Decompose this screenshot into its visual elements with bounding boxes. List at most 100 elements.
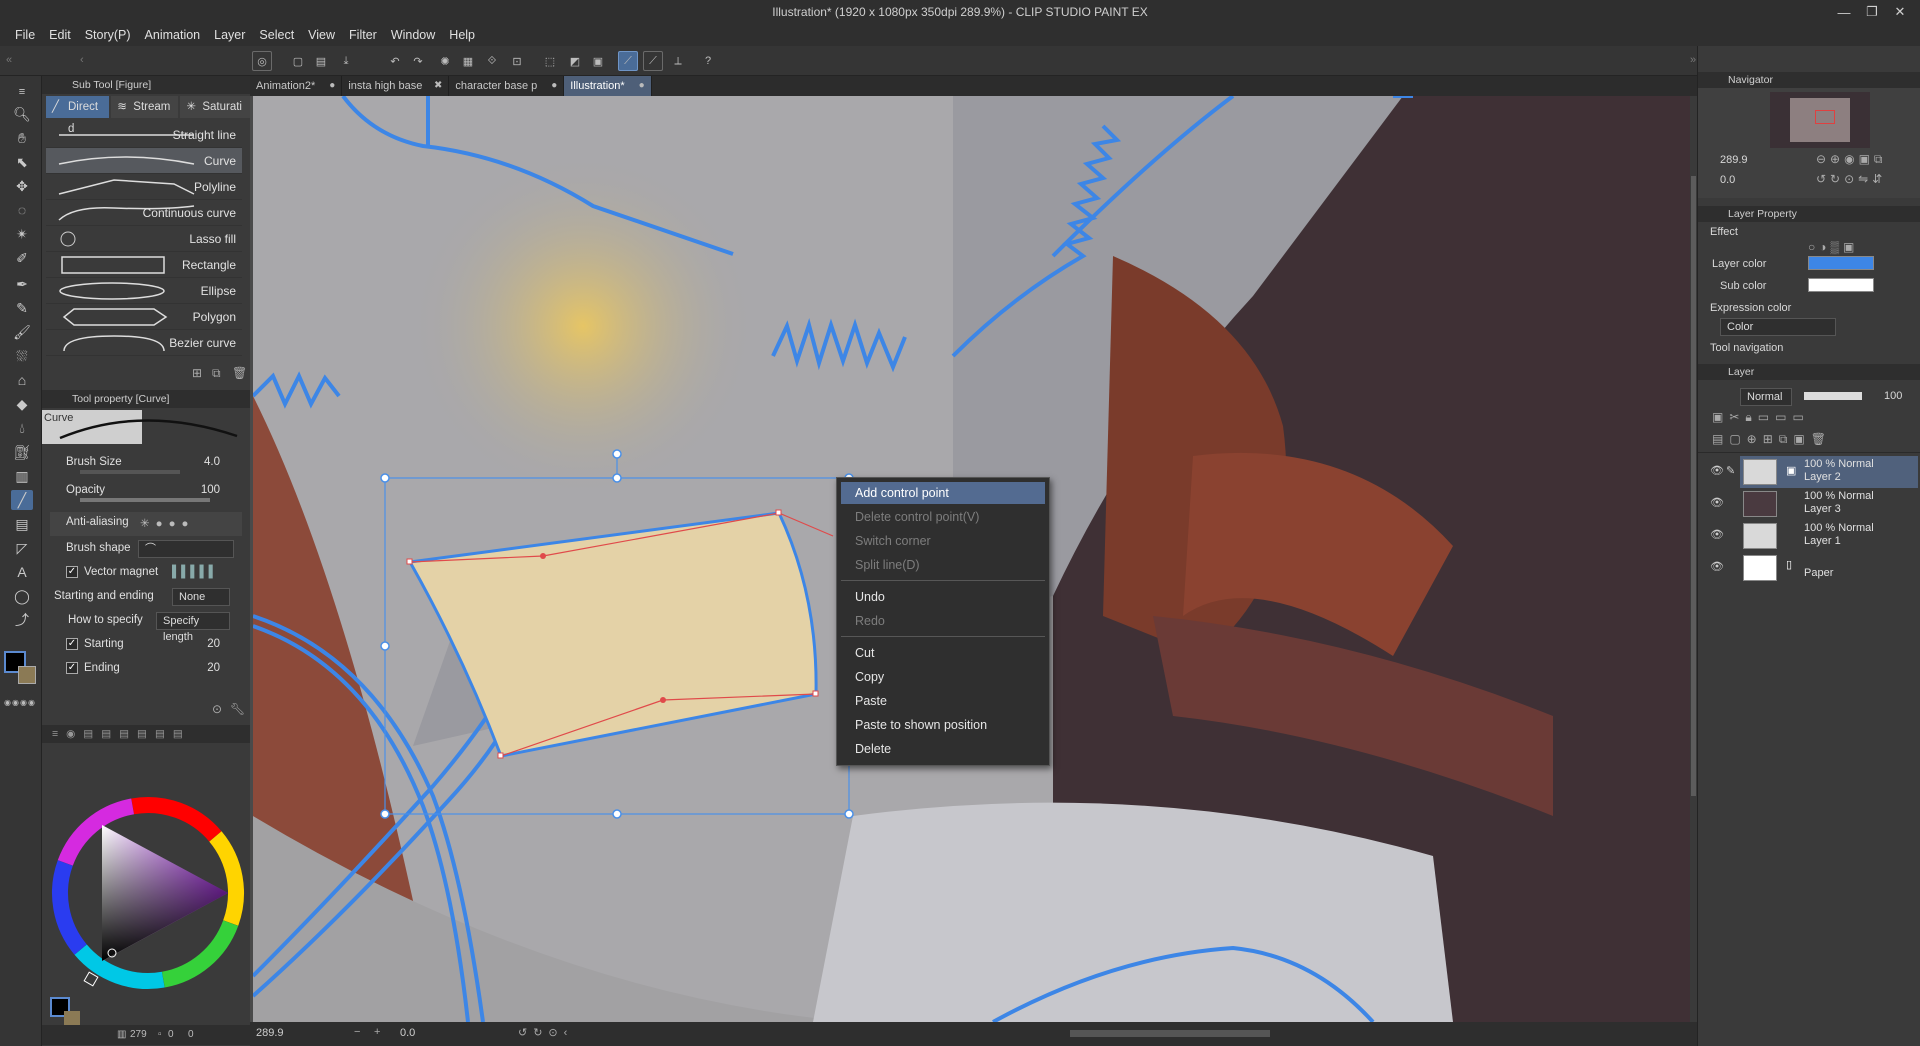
color-panel-tabs[interactable]: ≡◉▤▤▤▤▤▤: [42, 725, 250, 743]
zoom-out-icon[interactable]: −: [354, 1026, 360, 1038]
sub-tool-polygon[interactable]: Polygon: [46, 304, 242, 330]
sub-tool-bezier-curve[interactable]: Bezier curve: [46, 330, 242, 356]
menu-window[interactable]: Window: [384, 24, 442, 46]
sub-tool-continuous-curve[interactable]: Continuous curve: [46, 200, 242, 226]
eraser-tool-icon[interactable]: ◆: [11, 394, 33, 414]
visibility-eye-icon[interactable]: 👁︎: [1710, 496, 1724, 509]
menu-help[interactable]: Help: [442, 24, 482, 46]
doc-tab-close-icon[interactable]: ●: [329, 76, 335, 96]
effect-icons[interactable]: ○◑▒▣: [1808, 240, 1858, 254]
menu-select[interactable]: Select: [252, 24, 301, 46]
menu-filter[interactable]: Filter: [342, 24, 384, 46]
sub-tool-ellipse[interactable]: Ellipse: [46, 278, 242, 304]
tool-menu-icon[interactable]: ≡: [11, 82, 33, 102]
invert-icon[interactable]: ◩: [565, 51, 585, 71]
collapse-left-icon[interactable]: «: [6, 54, 12, 66]
transform-icon[interactable]: ⟐: [482, 51, 502, 71]
opacity-row[interactable]: Opacity 100: [50, 480, 242, 504]
menu-edit[interactable]: Edit: [42, 24, 78, 46]
vector-magnet-checkbox[interactable]: ✓: [66, 566, 78, 578]
lasso-select-icon[interactable]: ◌: [11, 200, 33, 220]
menu-redo[interactable]: Redo: [841, 610, 1045, 632]
menu-paste[interactable]: Paste: [841, 690, 1045, 712]
text-tool-icon[interactable]: A: [11, 562, 33, 582]
duplicate-subtool-icon[interactable]: ⧉: [212, 366, 221, 381]
blend-tool-icon[interactable]: 💧︎: [11, 418, 33, 438]
magnet-level-icons[interactable]: ▌▌▌▌▌: [172, 566, 218, 578]
frame-tool-icon[interactable]: ▤: [11, 514, 33, 534]
doc-tab-character-base[interactable]: character base p ●: [449, 76, 565, 96]
menu-animation[interactable]: Animation: [138, 24, 208, 46]
visibility-eye-icon[interactable]: 👁︎: [1710, 464, 1724, 477]
color-wheel[interactable]: [50, 795, 250, 995]
layer-lock-icons[interactable]: ▣✂🔒︎▭▭▭: [1712, 410, 1810, 425]
tab-direct[interactable]: ╱ Direct d: [46, 96, 110, 135]
maximize-icon[interactable]: ❐: [1858, 0, 1886, 24]
layer-color-swatch[interactable]: [1808, 256, 1874, 270]
snap-grid-icon[interactable]: ⟂: [668, 51, 688, 71]
brush-size-slider[interactable]: [80, 470, 180, 474]
undo-icon[interactable]: ↶: [385, 51, 405, 71]
vector-magnet-row[interactable]: ✓ Vector magnet ▌▌▌▌▌: [50, 562, 242, 586]
rotate-controls-icon[interactable]: ↺↻⊙‹: [518, 1026, 573, 1039]
sub-tool-rectangle[interactable]: Rectangle: [46, 252, 242, 278]
fill-tool-icon[interactable]: ⛽︎: [11, 442, 33, 462]
clip-studio-icon[interactable]: ◎: [252, 51, 272, 71]
how-to-specify-row[interactable]: How to specify Specify length: [42, 610, 234, 643]
visibility-eye-icon[interactable]: 👁︎: [1710, 560, 1724, 573]
snap-ruler-icon[interactable]: ⟋: [618, 51, 638, 71]
antialiasing-level-icons[interactable]: ✳●●●: [140, 516, 194, 530]
selection-icon[interactable]: ▣: [588, 51, 608, 71]
starting-checkbox[interactable]: ✓: [66, 638, 78, 650]
layer-action-icons[interactable]: ▤▢⊕⊞⧉▣🗑︎: [1712, 432, 1832, 447]
menu-view[interactable]: View: [301, 24, 342, 46]
starting-row[interactable]: ✓ Starting 20: [50, 634, 242, 658]
opacity-value[interactable]: 100: [201, 484, 220, 496]
sub-tool-polyline[interactable]: Polyline: [46, 174, 242, 200]
navigator-rotation-value[interactable]: 0.0: [1720, 174, 1735, 186]
sub-tool-lasso-fill[interactable]: Lasso fill: [46, 226, 242, 252]
ending-value[interactable]: 20: [207, 662, 220, 674]
navigator-thumbnail[interactable]: [1770, 92, 1870, 148]
color-pattern-icon[interactable]: ◉◉◉◉: [4, 698, 40, 707]
operation-tool-icon[interactable]: ⬉: [11, 152, 33, 172]
move-tool-icon[interactable]: ✥: [11, 176, 33, 196]
brush-size-row[interactable]: Brush Size 4.0: [50, 452, 242, 476]
brush-tool-icon[interactable]: 🖌︎: [11, 322, 33, 342]
menu-paste-to-shown-position[interactable]: Paste to shown position: [841, 714, 1045, 736]
menu-add-control-point[interactable]: Add control point: [841, 482, 1045, 504]
menu-layer[interactable]: Layer: [207, 24, 252, 46]
ending-row[interactable]: ✓ Ending 20: [50, 658, 242, 682]
panel-collapse-icon[interactable]: »: [1690, 54, 1696, 66]
ruler-tool-icon[interactable]: ◸: [11, 538, 33, 558]
zoom-in-icon[interactable]: +: [374, 1026, 380, 1038]
fill-icon[interactable]: ▦: [458, 51, 478, 71]
tab-stream[interactable]: ≋ Stream: [111, 96, 179, 118]
sub-color-swatch-right[interactable]: [1808, 278, 1874, 292]
snap-special-icon[interactable]: ⟋: [643, 51, 663, 71]
vertical-scrollbar[interactable]: [1690, 96, 1697, 1022]
zoom-tool-icon[interactable]: 🔍︎: [11, 104, 33, 124]
collapse-icon[interactable]: ‹: [80, 54, 84, 66]
blend-mode-dropdown[interactable]: Normal: [1740, 388, 1792, 406]
decoration-tool-icon[interactable]: ⌂: [11, 370, 33, 390]
sub-tool-curve[interactable]: Curve: [46, 148, 242, 174]
deselect-icon[interactable]: ⬚: [540, 51, 560, 71]
expression-color-dropdown[interactable]: Color: [1720, 318, 1836, 336]
zoom-readout[interactable]: 289.9: [256, 1027, 284, 1039]
menu-split-line[interactable]: Split line(D): [841, 554, 1045, 576]
anti-aliasing-row[interactable]: Anti-aliasing ✳●●●: [50, 512, 242, 536]
menu-file[interactable]: File: [8, 24, 42, 46]
sub-color-swatch[interactable]: [18, 666, 36, 684]
gradient-tool-icon[interactable]: ▥: [11, 466, 33, 486]
starting-value[interactable]: 20: [207, 638, 220, 650]
menu-delete-control-point[interactable]: Delete control point(V): [841, 506, 1045, 528]
edit-pen-icon[interactable]: ✎: [1726, 464, 1735, 477]
how-to-specify-dropdown[interactable]: Specify length: [156, 612, 230, 643]
brush-shape-dropdown[interactable]: ⌒: [138, 540, 234, 558]
close-icon[interactable]: ✕: [1886, 0, 1914, 24]
delete-subtool-icon[interactable]: 🗑︎: [232, 366, 247, 380]
doc-tab-insta-high-base[interactable]: insta high base ✖: [342, 76, 450, 96]
airbrush-tool-icon[interactable]: ⛆: [11, 346, 33, 366]
help-icon[interactable]: ?: [698, 51, 718, 71]
